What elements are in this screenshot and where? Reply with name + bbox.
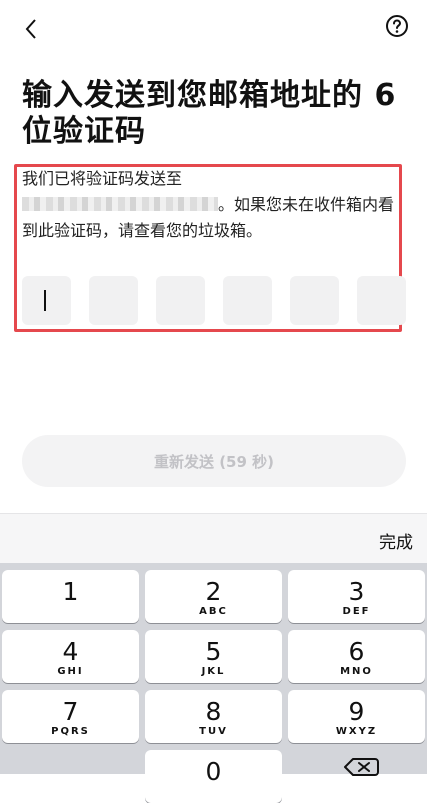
- code-box-3[interactable]: [156, 276, 205, 325]
- chevron-left-icon: [25, 19, 36, 39]
- redacted-email: [22, 197, 218, 211]
- resend-button[interactable]: 重新发送 (59 秒): [22, 435, 406, 487]
- key-7[interactable]: 7 PQRS: [2, 690, 139, 743]
- key-digit: 2: [205, 577, 222, 606]
- key-digit: 5: [205, 637, 222, 666]
- key-4[interactable]: 4 GHI: [2, 630, 139, 683]
- key-letters: GHI: [57, 666, 84, 677]
- key-digit: 3: [348, 577, 365, 606]
- key-letters: JKL: [201, 666, 226, 677]
- key-8[interactable]: 8 TUV: [145, 690, 282, 743]
- code-box-5[interactable]: [290, 276, 339, 325]
- numeric-keypad: 1 2 ABC 3 DEF 4 GHI 5 JKL 6 MNO 7 PQRS 8…: [0, 563, 427, 803]
- delete-key[interactable]: [341, 755, 381, 779]
- code-box-2[interactable]: [89, 276, 138, 325]
- verification-description: 我们已将验证码发送至 。如果您未在收件箱内看到此验证码，请查看您的垃圾箱。: [22, 166, 406, 244]
- key-6[interactable]: 6 MNO: [288, 630, 425, 683]
- keyboard-toolbar: 完成: [0, 513, 427, 564]
- key-digit: 1: [62, 577, 79, 606]
- key-digit: 4: [62, 637, 79, 666]
- backspace-icon: [344, 758, 379, 776]
- code-box-1[interactable]: [22, 276, 71, 325]
- top-bar: [0, 0, 427, 56]
- question-circle-icon: [386, 15, 408, 37]
- key-digit: 9: [348, 697, 365, 726]
- key-letters: TUV: [199, 726, 228, 737]
- description-start: 我们已将验证码发送至: [22, 169, 183, 188]
- key-3[interactable]: 3 DEF: [288, 570, 425, 623]
- key-digit: 0: [205, 757, 222, 786]
- key-0[interactable]: 0: [145, 750, 282, 803]
- key-letters: PQRS: [51, 726, 90, 737]
- back-button[interactable]: [14, 12, 48, 46]
- key-digit: 7: [62, 697, 79, 726]
- page-title: 输入发送到您邮箱地址的 6 位验证码: [22, 78, 397, 149]
- code-input-row: [22, 276, 406, 326]
- key-9[interactable]: 9 WXYZ: [288, 690, 425, 743]
- key-letters: MNO: [340, 666, 373, 677]
- key-2[interactable]: 2 ABC: [145, 570, 282, 623]
- key-1[interactable]: 1: [2, 570, 139, 623]
- key-letters: DEF: [342, 606, 371, 617]
- done-button[interactable]: 完成: [379, 528, 413, 553]
- key-digit: 6: [348, 637, 365, 666]
- code-box-4[interactable]: [223, 276, 272, 325]
- key-digit: 8: [205, 697, 222, 726]
- key-letters: ABC: [199, 606, 228, 617]
- key-5[interactable]: 5 JKL: [145, 630, 282, 683]
- key-letters: WXYZ: [335, 726, 378, 737]
- code-box-6[interactable]: [357, 276, 406, 325]
- help-button[interactable]: [385, 14, 409, 38]
- text-cursor: [44, 290, 46, 311]
